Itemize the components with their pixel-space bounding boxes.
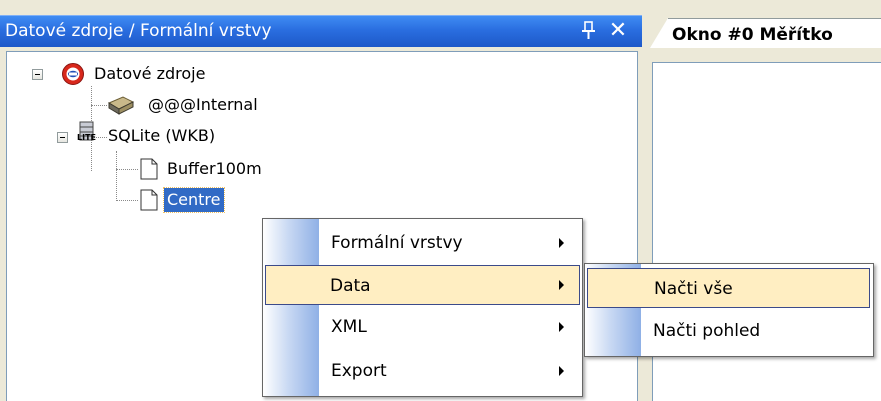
close-button[interactable]: ✕ xyxy=(606,17,630,45)
document-icon xyxy=(140,158,158,180)
menu-item-nacti-vse[interactable]: Načti vše xyxy=(587,268,870,308)
menu-item-data[interactable]: Data xyxy=(265,265,580,305)
tree-node-label: Buffer100m xyxy=(167,159,262,178)
menu-item-nacti-pohled[interactable]: Načti pohled xyxy=(587,311,870,351)
collapse-toggle[interactable] xyxy=(57,132,68,143)
document-tab-label: Okno #0 Měřítko xyxy=(672,25,833,45)
tree-node-label: SQLite (WKB) xyxy=(108,126,216,145)
document-tab-edge xyxy=(650,18,668,48)
data-submenu: Načti vše Načti pohled xyxy=(584,263,874,357)
submenu-arrow-icon xyxy=(559,322,564,332)
pin-icon xyxy=(582,21,595,39)
tree-node-label-selected: Centre xyxy=(163,187,225,213)
menu-item-formalni-vrstvy[interactable]: Formální vrstvy xyxy=(265,223,580,263)
panel-title-bar: Datové zdroje / Formální vrstvy ✕ xyxy=(0,15,642,47)
menu-item-label: Formální vrstvy xyxy=(331,233,463,253)
document-icon xyxy=(140,189,158,211)
datasource-root-icon xyxy=(62,63,84,85)
tree-connector xyxy=(116,200,138,201)
menu-item-label: Načti vše xyxy=(654,279,733,299)
sqlite-icon-caption: LITE xyxy=(77,133,96,142)
pin-button[interactable] xyxy=(579,19,599,43)
tree-node-label: Datové zdroje xyxy=(94,64,206,83)
menu-item-export[interactable]: Export xyxy=(265,351,580,391)
collapse-toggle[interactable] xyxy=(32,69,43,80)
menu-item-label: Načti pohled xyxy=(653,321,761,341)
tree-connector xyxy=(116,169,138,170)
tree-connector xyxy=(116,151,117,201)
context-menu: Formální vrstvy Data XML Export xyxy=(262,218,583,397)
tree-node-label: @@@Internal xyxy=(148,95,258,114)
database-brick-icon xyxy=(107,96,135,115)
submenu-arrow-icon xyxy=(559,366,564,376)
submenu-arrow-icon xyxy=(559,238,564,248)
menu-item-xml[interactable]: XML xyxy=(265,307,580,347)
menu-item-label: Export xyxy=(331,361,387,381)
panel-title: Datové zdroje / Formální vrstvy xyxy=(5,21,272,41)
submenu-arrow-icon xyxy=(559,280,564,290)
tree-connector xyxy=(91,105,107,106)
close-icon: ✕ xyxy=(608,18,628,43)
menu-item-label: XML xyxy=(331,317,367,337)
menu-item-label: Data xyxy=(330,276,371,296)
